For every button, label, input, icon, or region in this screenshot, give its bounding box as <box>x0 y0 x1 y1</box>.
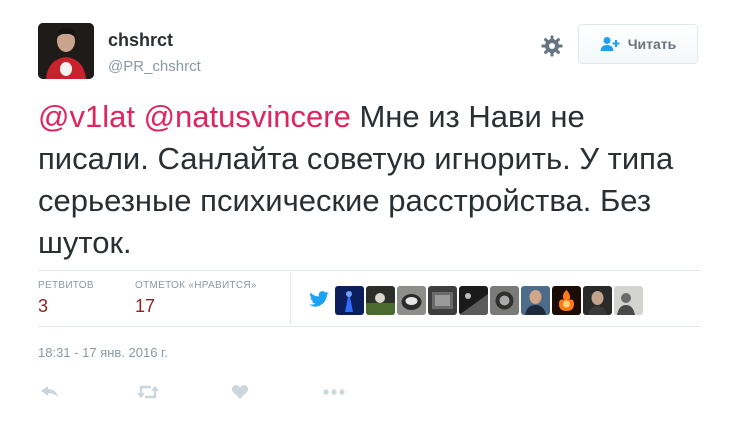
timestamp[interactable]: 18:31 - 17 янв. 2016 г. <box>38 345 168 360</box>
liker-avatar[interactable] <box>521 286 550 315</box>
more-icon[interactable] <box>322 382 346 402</box>
liker-avatar[interactable] <box>490 286 519 315</box>
reply-icon[interactable] <box>38 382 62 402</box>
add-user-icon <box>600 36 620 52</box>
liker-avatar[interactable] <box>614 286 643 315</box>
liker-avatar[interactable] <box>366 286 395 315</box>
divider <box>38 270 700 271</box>
likes-count[interactable]: 17 <box>135 296 155 317</box>
retweets-label: РЕТВИТОВ <box>38 280 94 291</box>
retweet-icon[interactable] <box>136 382 160 402</box>
follow-button[interactable]: Читать <box>578 24 698 64</box>
tweet-text: @v1lat @natusvincere Мне из Нави не писа… <box>38 96 678 264</box>
follow-button-label: Читать <box>627 36 677 52</box>
liker-avatar[interactable] <box>552 286 581 315</box>
avatar-image <box>38 23 94 79</box>
avatar[interactable] <box>38 23 94 79</box>
divider <box>38 326 700 327</box>
twitter-bird-icon <box>309 291 329 307</box>
liker-avatar[interactable] <box>397 286 426 315</box>
retweets-count[interactable]: 3 <box>38 296 48 317</box>
mention-link[interactable]: @natusvincere <box>144 99 351 134</box>
user-name[interactable]: chshrct <box>108 30 173 51</box>
mention-link[interactable]: @v1lat <box>38 99 135 134</box>
liker-avatar[interactable] <box>583 286 612 315</box>
liker-avatars <box>304 286 643 315</box>
likes-label: ОТМЕТОК «НРАВИТСЯ» <box>135 280 257 291</box>
liker-avatar[interactable] <box>459 286 488 315</box>
gear-icon[interactable] <box>540 34 564 58</box>
user-handle[interactable]: @PR_chshrct <box>108 58 201 75</box>
liker-avatar[interactable] <box>335 286 364 315</box>
heart-icon[interactable] <box>228 382 252 402</box>
liker-avatar[interactable] <box>428 286 457 315</box>
liker-avatar[interactable] <box>304 286 333 315</box>
stats-separator <box>290 272 291 324</box>
